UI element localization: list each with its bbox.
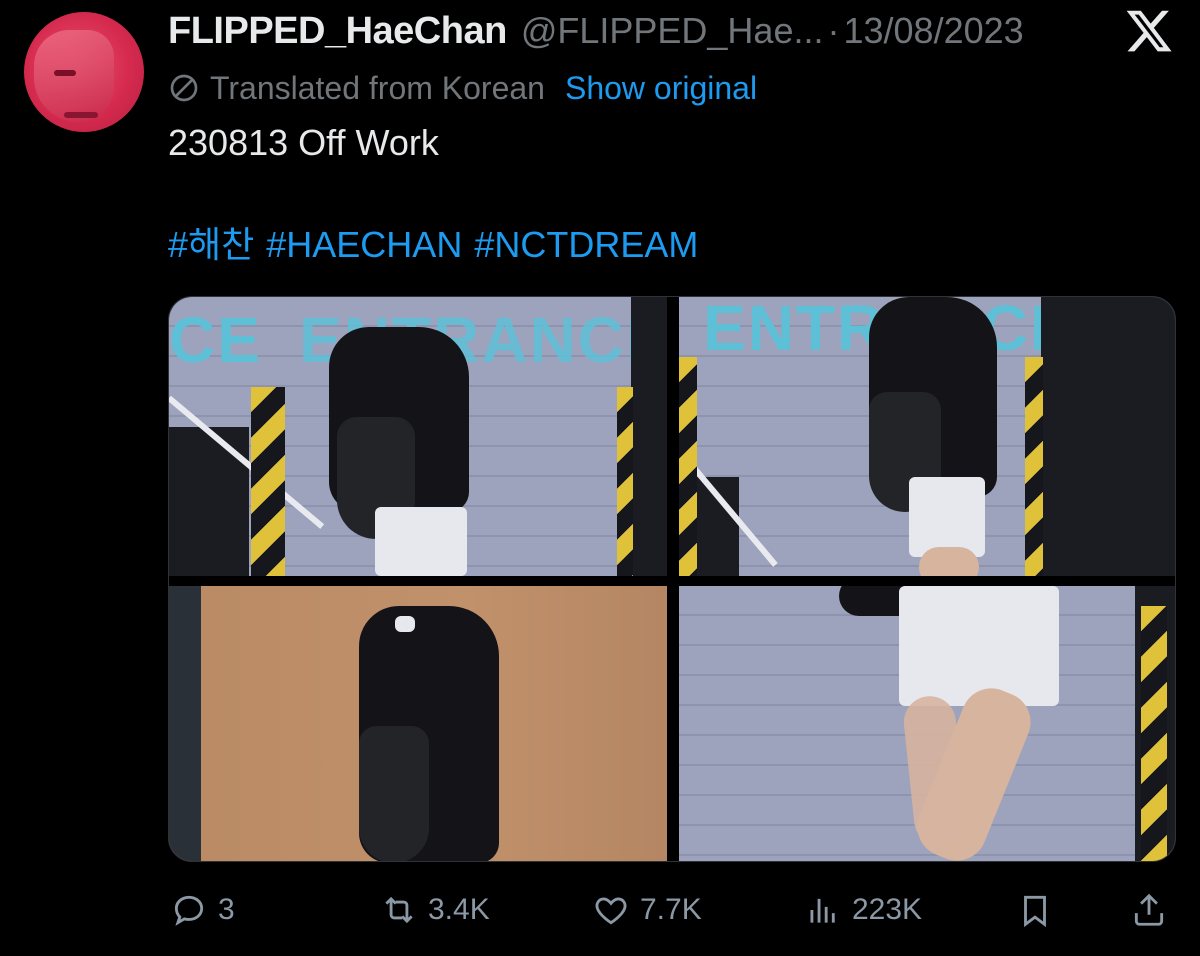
like-count: 7.7K [640,893,702,926]
hazard-stripe [617,387,633,576]
tweet-text: 230813 Off Work [168,122,439,163]
dark-pillar [631,297,667,576]
photo-1[interactable]: CE ENTRANCE [169,297,667,576]
photo-2[interactable]: ENTRANCE [679,297,1175,576]
hashtag-link[interactable]: #NCTDREAM [474,222,698,268]
dark-door [1041,297,1175,576]
share-button[interactable] [1130,888,1168,932]
photo-3[interactable] [169,586,667,861]
dark-panel [169,427,249,576]
author-name[interactable]: FLIPPED_HaeChan [168,10,507,53]
retweet-button[interactable]: 3.4K [380,888,490,932]
show-original-link[interactable]: Show original [565,70,757,107]
bookmark-button[interactable] [1016,888,1054,932]
views-button[interactable]: 223K [804,888,922,932]
x-logo-icon[interactable] [1124,6,1174,56]
reply-count: 3 [218,893,235,926]
reply-button[interactable]: 3 [170,888,235,932]
translation-bar: Translated from Korean Show original [168,66,757,110]
avatar[interactable] [24,12,144,132]
views-chart-icon [810,898,835,923]
hazard-stripe [251,387,285,576]
bookmark-icon [1024,895,1046,928]
tweet-date[interactable]: 13/08/2023 [843,10,1023,52]
shorts [909,477,985,557]
hashtag-list: #해찬 #HAECHAN #NCTDREAM [168,222,698,268]
tweet-header: FLIPPED_HaeChan @FLIPPED_Hae... · 13/08/… [168,6,1024,56]
shorts [899,586,1059,706]
heart-icon [595,897,627,925]
side-pillar [169,586,201,861]
like-button[interactable]: 7.7K [592,888,702,932]
globe-icon [170,74,198,102]
hazard-stripe [1025,357,1043,576]
views-count: 223K [852,893,923,926]
hashtag-link[interactable]: #해찬 [168,222,254,268]
shorts [375,507,467,576]
hazard-stripe [1141,606,1167,861]
bag [359,726,429,861]
hazard-stripe [679,357,697,576]
translated-label: Translated from Korean [210,69,545,106]
action-bar: 3 3.4K 7.7K 223K [0,880,1200,940]
author-handle[interactable]: @FLIPPED_Hae... [521,10,824,52]
avatar-face [34,30,114,122]
avatar-mouth [64,112,98,118]
separator-dot: · [827,10,840,51]
leg [919,547,979,576]
share-icon [1134,893,1164,926]
photo-4[interactable] [679,586,1175,861]
reply-bubble-icon [174,895,204,926]
collar [395,616,415,632]
media-grid: CE ENTRANCE ENTRANCE [168,296,1176,862]
retweet-icon [385,896,413,924]
hashtag-link[interactable]: #HAECHAN [266,222,462,268]
avatar-eye [54,70,76,76]
retweet-count: 3.4K [428,893,490,926]
entrance-sign-left: CE [169,304,262,376]
